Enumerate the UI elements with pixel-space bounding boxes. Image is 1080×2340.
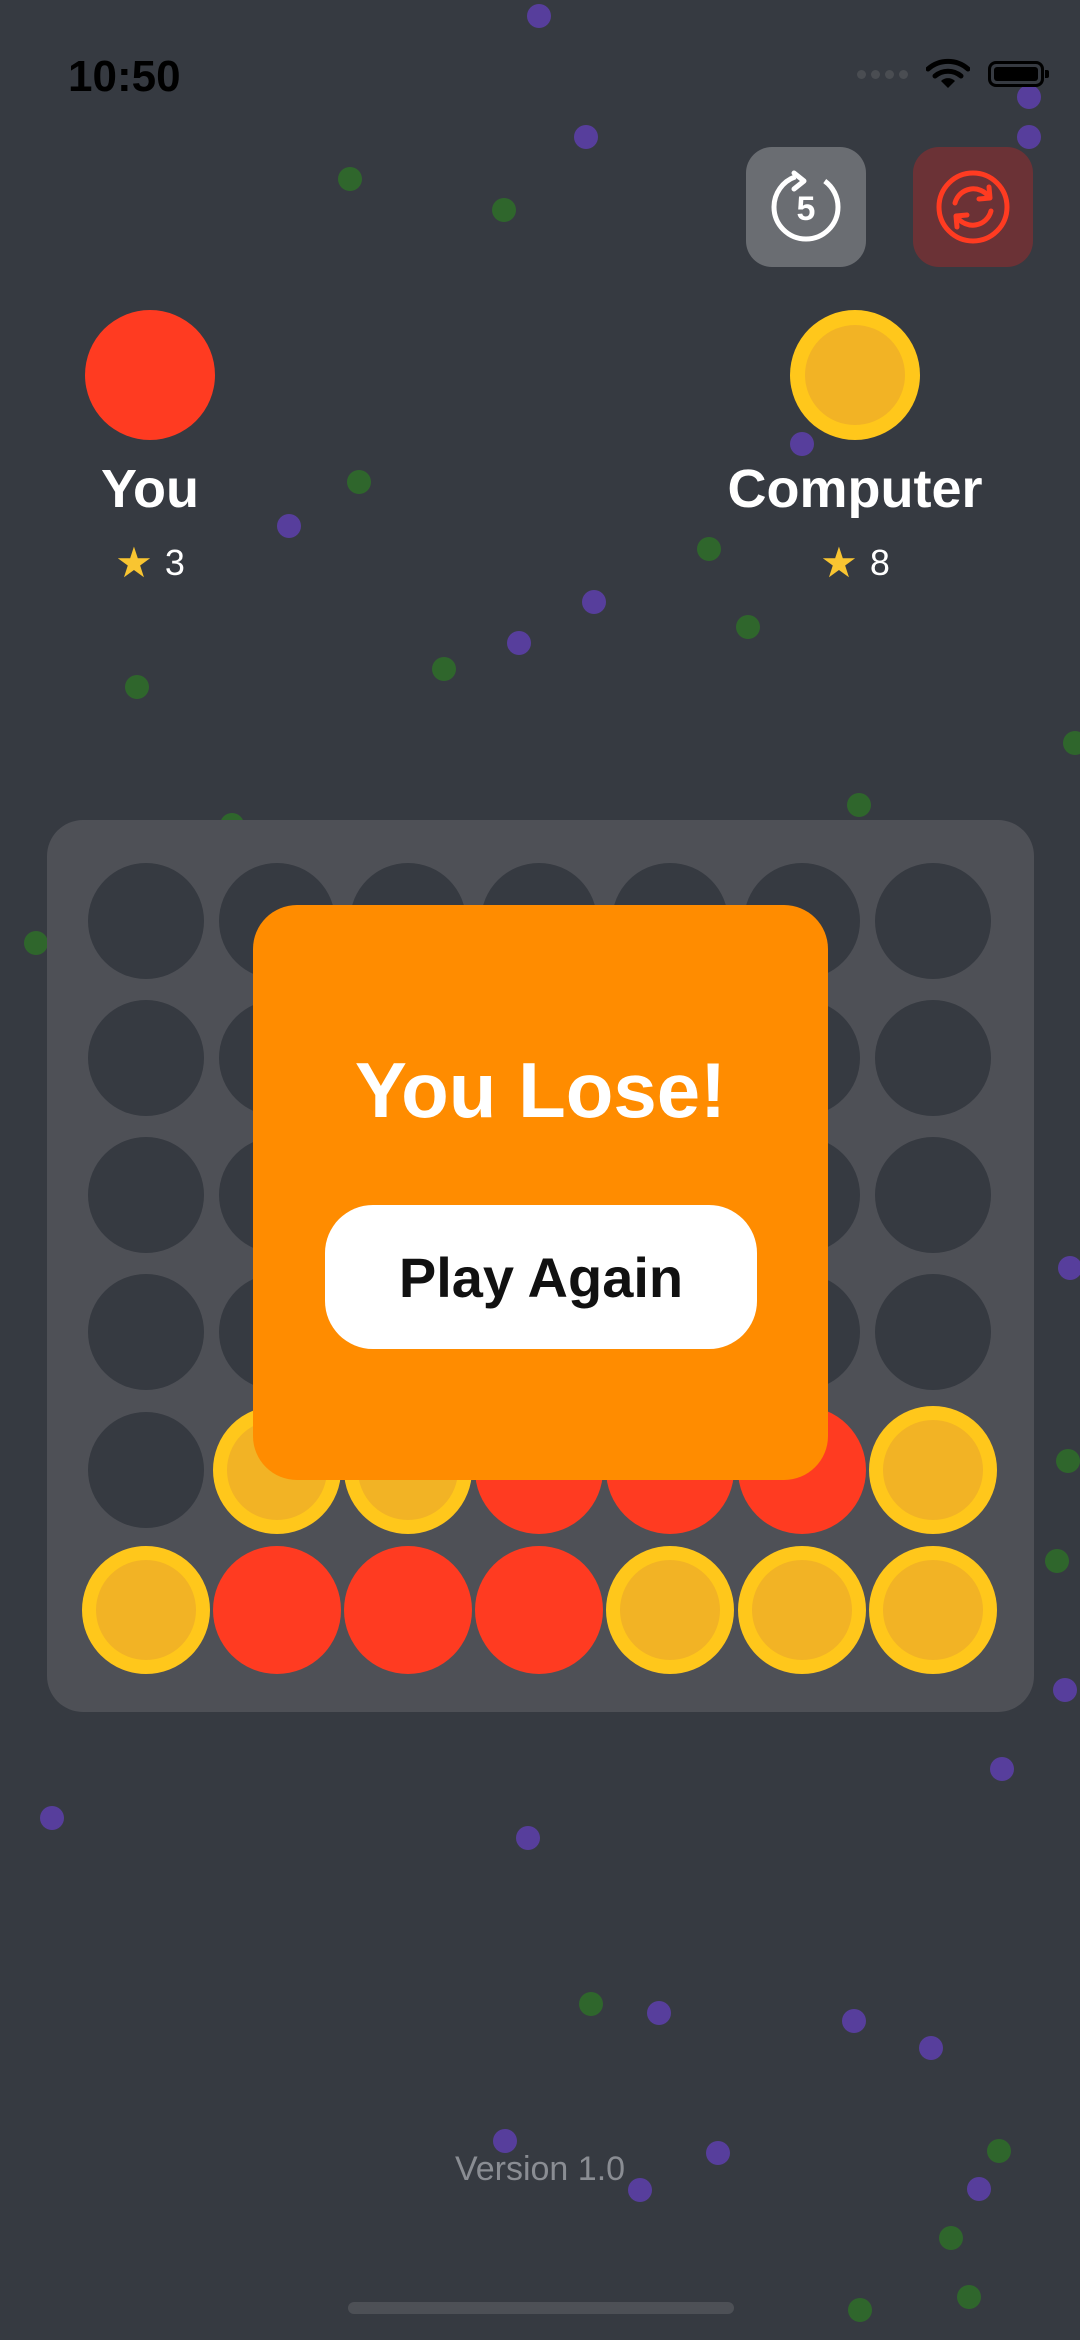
wifi-icon [926,58,970,88]
board-cell-yellow[interactable] [82,1546,210,1674]
undo-button[interactable]: 5 [746,147,866,267]
player-computer-score: ★ 8 [705,542,1005,584]
board-cell-yellow[interactable] [738,1546,866,1674]
confetti-dot [847,793,871,817]
confetti-dot [574,125,598,149]
board-cell-empty[interactable] [875,1274,991,1390]
confetti-dot [1056,1449,1080,1473]
confetti-dot [957,2285,981,2309]
status-icons [857,58,1049,90]
confetti-dot [1058,1256,1080,1280]
board-cell-empty[interactable] [88,1137,204,1253]
player-computer-score-value: 8 [869,542,890,583]
board-cell-empty[interactable] [875,1137,991,1253]
confetti-dot [338,167,362,191]
confetti-dot [990,1757,1014,1781]
confetti-dot [492,198,516,222]
confetti-dot [1045,1549,1069,1573]
game-result-title: You Lose! [354,1046,727,1134]
confetti-dot [1017,125,1041,149]
board-cell-yellow[interactable] [869,1546,997,1674]
confetti-dot [432,657,456,681]
confetti-dot [647,2001,671,2025]
confetti-dot [579,1992,603,2016]
player-you: You ★ 3 [0,310,300,584]
board-cell-red[interactable] [475,1546,603,1674]
restart-button[interactable] [913,147,1033,267]
restart-icon [936,170,1010,244]
player-computer-name: Computer [727,459,983,519]
player-computer: Computer ★ 8 [705,310,1005,584]
star-icon: ★ [820,539,858,586]
confetti-dot [848,2298,872,2322]
player-computer-token [790,310,920,440]
confetti-dot [347,470,371,494]
board-cell-empty[interactable] [88,1412,204,1528]
star-icon: ★ [115,539,153,586]
player-you-token [85,310,215,440]
game-over-dialog: You Lose! Play Again [253,905,828,1480]
board-cell-red[interactable] [344,1546,472,1674]
board-cell-empty[interactable] [875,1000,991,1116]
confetti-dot [40,1806,64,1830]
confetti-dot [842,2009,866,2033]
board-cell-empty[interactable] [88,1274,204,1390]
player-you-name: You [101,459,199,519]
board-cell-empty[interactable] [88,1000,204,1116]
undo-icon: 5 [771,170,841,242]
board-cell-yellow[interactable] [869,1406,997,1534]
board-cell-empty[interactable] [88,863,204,979]
board-cell-red[interactable] [213,1546,341,1674]
player-you-score-value: 3 [164,542,185,583]
confetti-dot [516,1826,540,1850]
svg-text:5: 5 [797,190,816,228]
confetti-dot [939,2226,963,2250]
confetti-dot [507,631,531,655]
confetti-dot [582,590,606,614]
confetti-dot [527,4,551,28]
player-you-score: ★ 3 [0,542,300,584]
cellular-signal-icon [857,69,908,79]
confetti-dot [919,2036,943,2060]
confetti-dot [736,615,760,639]
play-again-button[interactable]: Play Again [325,1205,757,1349]
confetti-dot [1063,731,1080,755]
board-cell-yellow[interactable] [606,1546,734,1674]
home-indicator [348,2302,734,2314]
status-time: 10:50 [68,52,181,101]
confetti-dot [125,675,149,699]
board-cell-empty[interactable] [875,863,991,979]
confetti-dot [24,931,48,955]
version-label: Version 1.0 [454,2150,626,2188]
battery-icon [988,61,1049,87]
confetti-dot [1053,1678,1077,1702]
